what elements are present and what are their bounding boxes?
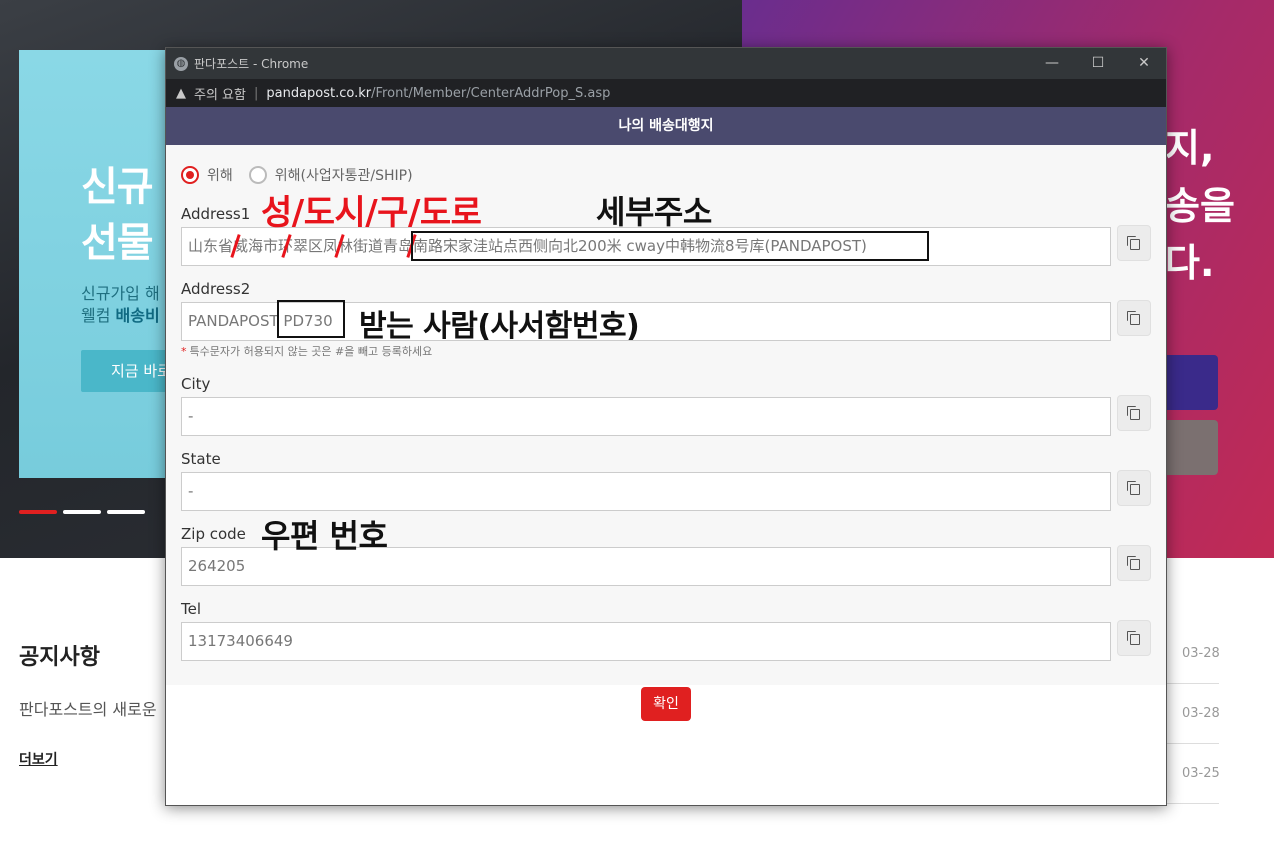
maximize-button[interactable]: ☐ [1075, 48, 1121, 79]
notice-more-link[interactable]: 더보기 [19, 749, 58, 769]
copy-address1-button[interactable] [1117, 225, 1151, 261]
notice-date: 03-28 [1182, 706, 1220, 721]
hero-text-line2: 송을 [1165, 184, 1235, 228]
state-label: State [181, 450, 221, 468]
address-bar[interactable]: ▲ 주의 요함 | pandapost.co.kr/Front/Member/C… [166, 79, 1166, 107]
annotation-box-detail-address [411, 231, 929, 261]
popup-form: 위해 위해(사업자통관/SHIP) Address1 山东省威海市环翠区凤林街道… [166, 145, 1166, 685]
popup-footer: 확인 [166, 685, 1166, 805]
radio-weihai[interactable] [181, 166, 199, 184]
popup-header-title: 나의 배송대행지 [166, 107, 1166, 145]
annotation-detail-address: 세부주소 [596, 193, 712, 231]
hero-text-line1: 지, [1165, 126, 1215, 170]
confirm-button[interactable]: 확인 [641, 687, 691, 721]
banner-subtitle-bold: 배송비 [115, 306, 160, 325]
url-host[interactable]: pandapost.co.kr [266, 86, 371, 101]
copy-state-button[interactable] [1117, 470, 1151, 506]
note-text: 특수문자가 허용되지 않는 곳은 #을 빼고 등록하세요 [189, 345, 433, 358]
security-warning-text[interactable]: 주의 요함 [194, 84, 246, 103]
address2-label: Address2 [181, 280, 251, 298]
warning-icon[interactable]: ▲ [176, 86, 186, 101]
address1-label: Address1 [181, 205, 251, 223]
url-separator: | [253, 85, 259, 101]
banner-title-line2: 선물 [81, 220, 154, 266]
url-path[interactable]: /Front/Member/CenterAddrPop_S.asp [371, 86, 610, 101]
radio-weihai-label[interactable]: 위해 [207, 165, 233, 185]
copy-address2-button[interactable] [1117, 300, 1151, 336]
minimize-button[interactable]: — [1029, 48, 1075, 79]
annotation-province-city-district-road: 성/도시/구/도로 [261, 193, 482, 233]
promo-banner[interactable]: 신규 선물 신규가입 해 웰컴 배송비 지금 바로 [19, 50, 191, 478]
window-title: 판다포스트 - Chrome [194, 57, 309, 71]
banner-subtitle-prefix: 웰컴 [81, 306, 111, 325]
globe-icon: ◍ [174, 56, 188, 71]
divider [1166, 743, 1219, 744]
annotation-zip-code: 우편 번호 [261, 517, 388, 555]
required-mark: * [181, 345, 187, 358]
notice-date: 03-25 [1182, 766, 1220, 781]
banner-title-line1: 신규 [81, 164, 154, 210]
tel-label: Tel [181, 600, 202, 618]
notice-date: 03-28 [1182, 646, 1220, 661]
divider [1166, 683, 1219, 684]
divider [1166, 803, 1219, 804]
address-popup-window: ◍ 판다포스트 - Chrome — ☐ ✕ ▲ 주의 요함 | pandapo… [165, 47, 1167, 806]
hero-text-line3: 다. [1165, 241, 1215, 285]
center-type-radio-group: 위해 위해(사업자통관/SHIP) [181, 165, 429, 185]
city-label: City [181, 375, 211, 393]
zip-label: Zip code [181, 525, 246, 543]
radio-weihai-ship-label[interactable]: 위해(사업자통관/SHIP) [275, 165, 413, 185]
window-titlebar[interactable]: ◍ 판다포스트 - Chrome — ☐ ✕ [166, 48, 1166, 79]
state-field[interactable]: - [181, 472, 1111, 511]
slide-indicator[interactable] [63, 510, 101, 514]
radio-weihai-ship[interactable] [248, 166, 267, 184]
city-field[interactable]: - [181, 397, 1111, 436]
close-button[interactable]: ✕ [1121, 48, 1166, 79]
special-character-note: * 특수문자가 허용되지 않는 곳은 #을 빼고 등록하세요 [181, 343, 432, 359]
banner-subtitle-line1: 신규가입 해 [81, 284, 160, 303]
notice-description: 판다포스트의 새로운 [19, 700, 157, 719]
slide-indicator[interactable] [107, 510, 145, 514]
copy-city-button[interactable] [1117, 395, 1151, 431]
annotation-box-mailbox-number [277, 300, 345, 338]
slide-indicator-active[interactable] [19, 510, 57, 514]
copy-zip-button[interactable] [1117, 545, 1151, 581]
banner-subtitle-line2: 웰컴 배송비 [81, 302, 160, 326]
notice-section-title: 공지사항 [19, 645, 100, 670]
annotation-recipient-mailbox: 받는 사람(사서함번호) [359, 309, 640, 344]
tel-field[interactable]: 13173406649 [181, 622, 1111, 661]
copy-tel-button[interactable] [1117, 620, 1151, 656]
